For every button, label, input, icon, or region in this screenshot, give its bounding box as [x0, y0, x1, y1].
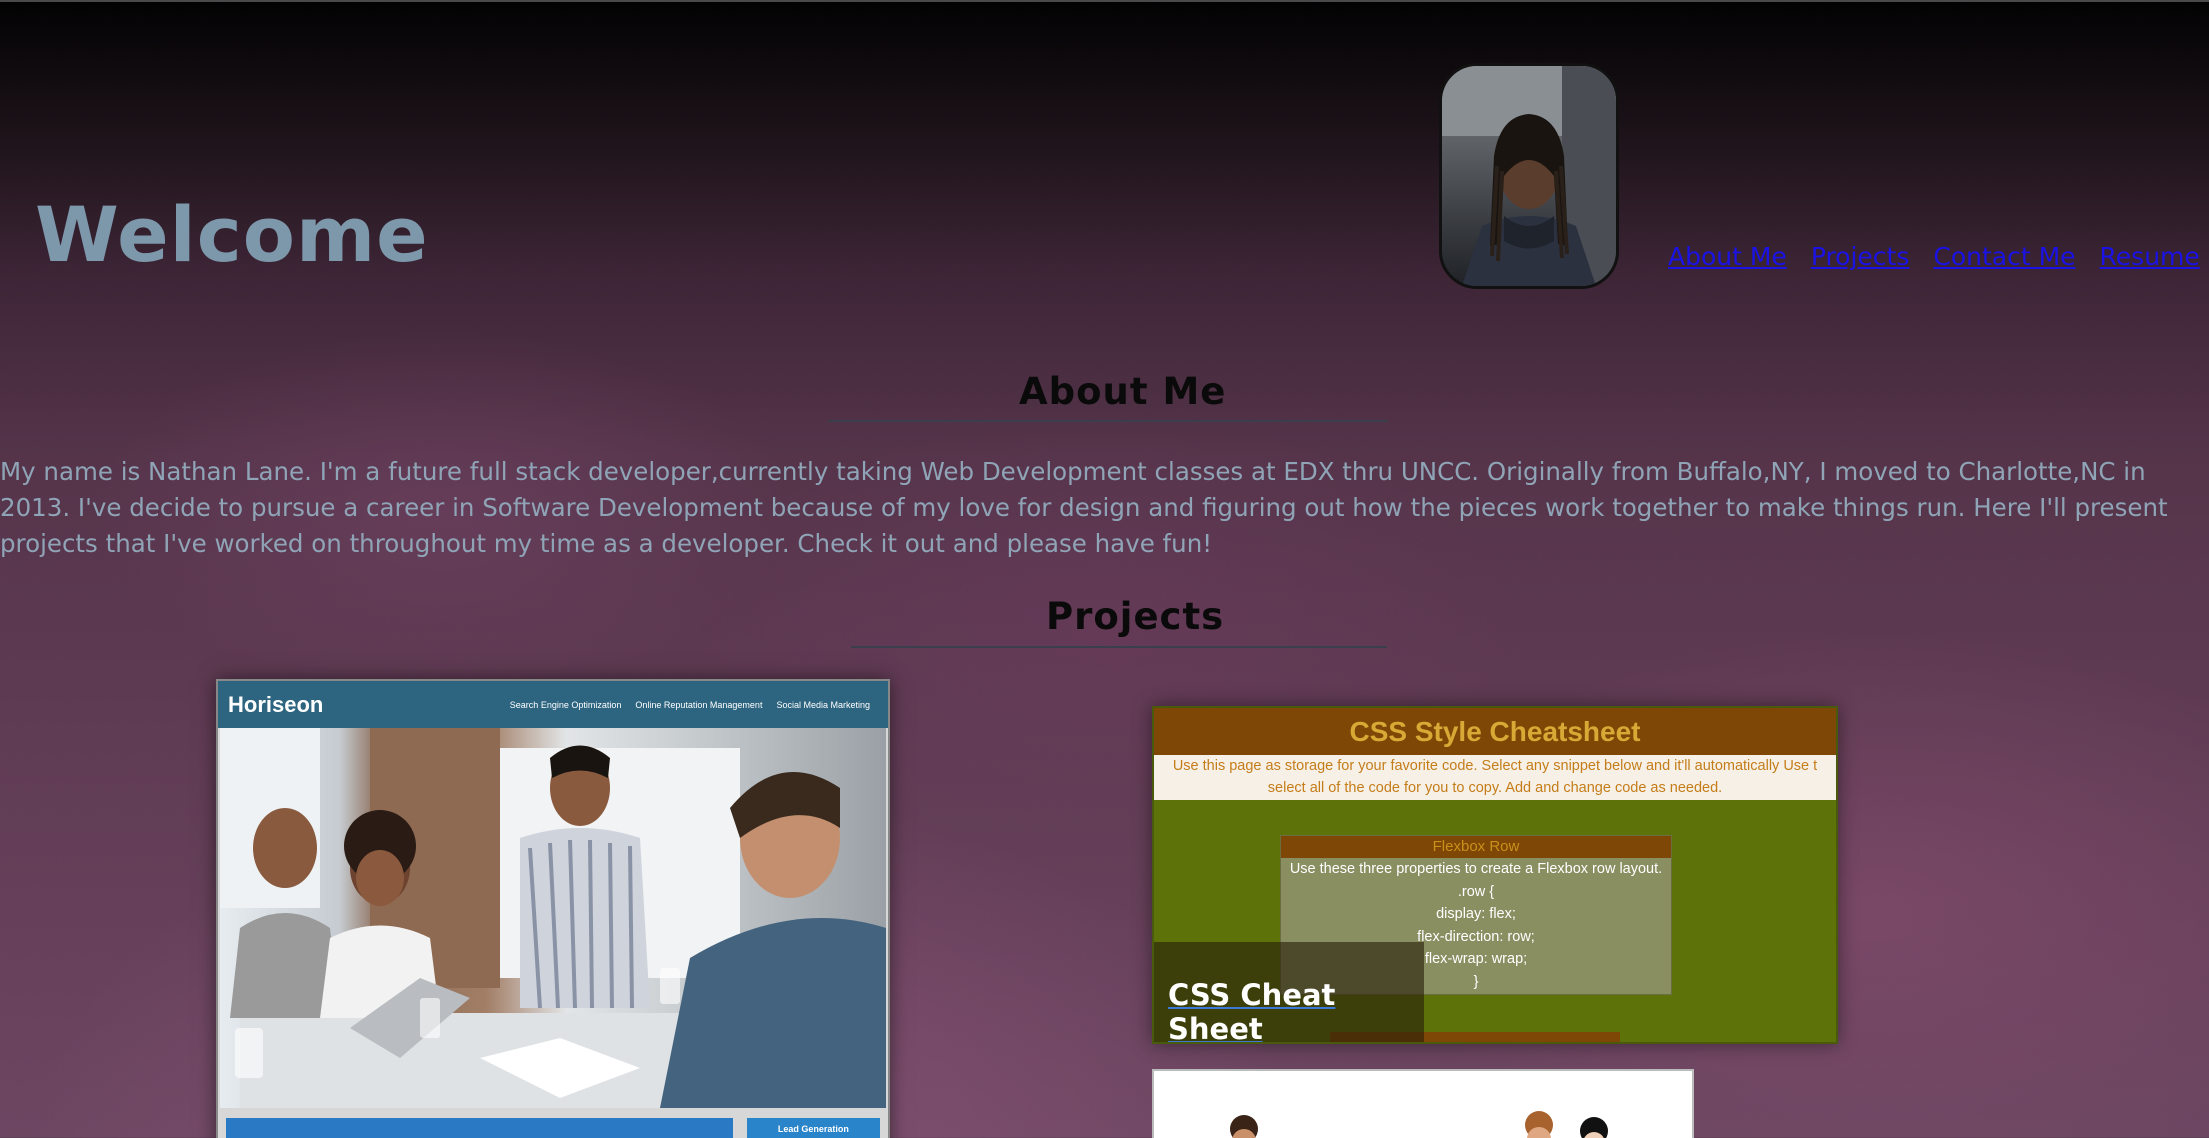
project-card-horiseon[interactable]: Horiseon Search Engine Optimization Onli…	[216, 679, 890, 1138]
project-card-third[interactable]	[1152, 1069, 1694, 1138]
nav-contact-me-link[interactable]: Contact Me	[1933, 242, 2075, 271]
avatar-photo	[1442, 66, 1616, 286]
horiseon-header: Horiseon Search Engine Optimization Onli…	[218, 681, 888, 728]
horiseon-content-block	[226, 1118, 733, 1138]
about-heading: About Me	[1019, 370, 1227, 413]
cheatsheet-title: CSS Style Cheatsheet	[1154, 708, 1836, 755]
cheatsheet-description: Use this page as storage for your favori…	[1154, 755, 1836, 800]
css-cheat-sheet-link[interactable]: CSS Cheat Sheet	[1168, 978, 1424, 1042]
projects-heading: Projects	[1046, 595, 1225, 638]
avatar	[1439, 63, 1619, 289]
nav-about-me-link[interactable]: About Me	[1668, 242, 1787, 271]
top-border	[0, 0, 2209, 2]
projects-divider	[851, 646, 1387, 648]
nav-projects-link[interactable]: Projects	[1811, 242, 1910, 271]
horiseon-nav-item: Online Reputation Management	[635, 699, 763, 710]
horiseon-footer-preview: Lead Generation	[218, 1108, 888, 1138]
snippet-line: .row {	[1457, 883, 1495, 900]
snippet-title: Flexbox Row	[1281, 836, 1671, 858]
horiseon-nav: Search Engine Optimization Online Reputa…	[510, 700, 870, 710]
horiseon-nav-item: Social Media Marketing	[776, 699, 870, 710]
cheatsheet-description-line: select all of the code for you to copy. …	[1267, 780, 1723, 796]
cheatsheet-description-line: Use this page as storage for your favori…	[1172, 758, 1818, 774]
snippet-line: display: flex;	[1436, 906, 1516, 922]
project-label-overlay: CSS Cheat Sheet	[1154, 942, 1424, 1042]
snippet-line: Use these three properties to create a F…	[1289, 861, 1663, 877]
main-nav: About Me Projects Contact Me Resume	[1668, 242, 2200, 271]
about-divider	[828, 420, 1388, 422]
horiseon-logo: Horiseon	[228, 691, 324, 717]
horiseon-hero-image	[220, 728, 886, 1108]
project-card-css-cheatsheet[interactable]: CSS Style Cheatsheet Use this page as st…	[1152, 706, 1838, 1044]
horiseon-lead-generation: Lead Generation	[746, 1118, 880, 1138]
horiseon-nav-item: Search Engine Optimization	[509, 699, 622, 710]
team-meeting-photo	[220, 728, 886, 1108]
nav-resume-link[interactable]: Resume	[2100, 242, 2200, 271]
about-paragraph: My name is Nathan Lane. I'm a future ful…	[0, 457, 2168, 558]
illustration-preview	[1230, 1111, 1608, 1138]
page-title: Welcome	[35, 190, 429, 279]
